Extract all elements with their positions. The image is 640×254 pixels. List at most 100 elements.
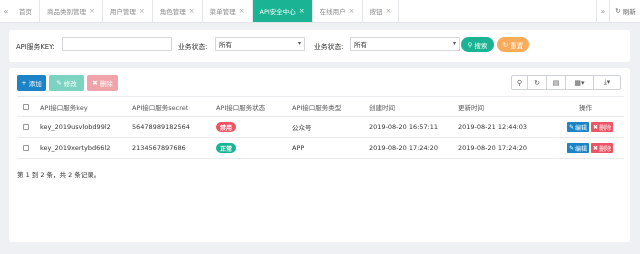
- table-row[interactable]: key_2019xertybd66l2 2134567897686 正常 APP…: [17, 138, 624, 159]
- close-icon[interactable]: ×: [239, 7, 245, 15]
- created-cell: 2019-08-20 16:57:11: [369, 123, 439, 131]
- status-select[interactable]: 所有 ▾: [350, 37, 460, 51]
- row-delete-label: 删除: [599, 124, 612, 132]
- secret-cell: 56478989182564: [132, 123, 190, 131]
- tab-label: 角色管理: [159, 8, 186, 16]
- status-cell: 正常: [216, 138, 237, 158]
- search-icon: ⚲: [516, 78, 523, 87]
- search-button-label: 搜索: [474, 41, 488, 50]
- api-key-label: API服务KEY:: [16, 43, 55, 51]
- double-chevron-left-icon: «: [3, 6, 9, 16]
- secret-cell: 2134567897686: [132, 144, 186, 152]
- tab-menu-management[interactable]: 菜单管理 ×: [202, 0, 253, 22]
- search-toggle-button[interactable]: ⚲: [511, 75, 528, 90]
- edit-button[interactable]: ✎ 修改: [49, 75, 84, 91]
- add-button-label: 添加: [28, 80, 42, 88]
- main-panel: + 添加 ✎ 修改 ✖ 删除 ⚲ ↻ ▤ ▦▾ ⤓▾ API接口服务key AP…: [9, 68, 630, 242]
- plus-icon: +: [21, 79, 27, 87]
- column-header[interactable]: API接口服务secret: [132, 97, 188, 116]
- tab-bar: « 首页 商品类别管理 × 用户管理 × 角色管理 × 菜单管理 × API安全…: [0, 0, 640, 23]
- close-icon[interactable]: ×: [139, 7, 145, 15]
- type-cell: 公众号: [292, 124, 312, 132]
- status-cell: 禁用: [216, 117, 237, 137]
- add-button[interactable]: + 添加: [17, 75, 46, 91]
- refresh-button[interactable]: ↻ 刷新: [609, 0, 640, 22]
- toggle-view-button[interactable]: ▤: [547, 75, 566, 90]
- row-delete-button[interactable]: ✖ 删除: [591, 122, 614, 132]
- scroll-tabs-right-button[interactable]: »: [596, 0, 609, 22]
- refresh-label: 刷新: [622, 8, 636, 16]
- api-key-input[interactable]: [62, 37, 172, 51]
- page-tabs: 首页 商品类别管理 × 用户管理 × 角色管理 × 菜单管理 × API安全中心…: [12, 0, 400, 22]
- search-icon: ⚲: [467, 40, 473, 49]
- tab-label: 商品类别管理: [47, 8, 86, 16]
- actions-cell: ✎ 编辑 ✖ 删除: [567, 117, 614, 137]
- tab-label: 按钮: [369, 8, 383, 16]
- search-button[interactable]: ⚲ 搜索: [461, 37, 494, 52]
- edit-icon: ✎: [569, 123, 575, 131]
- close-icon[interactable]: ×: [89, 7, 95, 15]
- pagination-info: 第 1 到 2 条，共 2 条记录。: [17, 171, 101, 179]
- close-icon: ✖: [593, 144, 599, 152]
- column-header[interactable]: API接口服务类型: [292, 97, 341, 116]
- row-edit-label: 编辑: [575, 145, 588, 153]
- grid-icon: ▦▾: [574, 78, 585, 87]
- status-select-value: 所有: [354, 41, 367, 49]
- column-header[interactable]: 创建时间: [369, 97, 395, 116]
- tab-label: API安全中心: [259, 8, 296, 16]
- close-icon: ✖: [92, 79, 98, 87]
- close-icon[interactable]: ×: [349, 7, 355, 15]
- refresh-icon: ↻: [534, 78, 540, 87]
- type-cell: APP: [292, 144, 305, 152]
- row-checkbox[interactable]: [23, 117, 29, 137]
- tab-home[interactable]: 首页: [12, 0, 40, 22]
- close-icon: ✖: [593, 123, 599, 131]
- actions-cell: ✎ 编辑 ✖ 删除: [567, 138, 614, 158]
- tab-buttons[interactable]: 按钮 ×: [362, 0, 400, 22]
- tab-role-management[interactable]: 角色管理 ×: [152, 0, 203, 22]
- row-checkbox[interactable]: [23, 138, 29, 158]
- list-icon: ▤: [552, 78, 560, 87]
- reset-button-label: 重置: [510, 41, 524, 50]
- status-select[interactable]: 所有 ▾: [215, 37, 305, 51]
- reset-button[interactable]: ↻ 重置: [497, 37, 529, 52]
- close-icon[interactable]: ×: [299, 7, 305, 15]
- close-icon[interactable]: ×: [189, 7, 195, 15]
- key-cell: key_2019xertybd66l2: [40, 144, 111, 152]
- chevron-down-icon: ▾: [297, 40, 301, 47]
- refresh-icon: ↻: [502, 40, 509, 49]
- table-header: API接口服务key API接口服务secret API接口服务状态 API接口…: [17, 96, 624, 117]
- created-cell: 2019-08-20 17:24:20: [369, 144, 439, 152]
- row-delete-button[interactable]: ✖ 删除: [591, 143, 614, 153]
- tab-product-category[interactable]: 商品类别管理 ×: [40, 0, 103, 22]
- row-edit-button[interactable]: ✎ 编辑: [567, 143, 590, 153]
- column-header[interactable]: 更新时间: [458, 97, 484, 116]
- double-chevron-right-icon: »: [600, 6, 606, 16]
- status-badge: 正常: [216, 143, 237, 153]
- edit-icon: ✎: [56, 79, 62, 87]
- columns-button[interactable]: ▦▾: [566, 75, 594, 90]
- download-icon: ⤓▾: [603, 78, 611, 86]
- close-icon[interactable]: ×: [386, 7, 392, 15]
- table-row[interactable]: key_2019usvlobd99l2 56478989182564 禁用 公众…: [17, 117, 624, 138]
- table-tools: ⚲ ↻ ▤ ▦▾ ⤓▾: [511, 75, 621, 90]
- status-label: 业务状态:: [314, 43, 344, 51]
- tab-label: 在线用户: [319, 8, 346, 16]
- tab-api-security-center[interactable]: API安全中心 ×: [252, 0, 313, 22]
- export-button[interactable]: ⤓▾: [594, 75, 621, 90]
- column-header[interactable]: API接口服务状态: [216, 97, 265, 116]
- edit-button-label: 修改: [63, 80, 77, 88]
- row-edit-button[interactable]: ✎ 编辑: [567, 122, 590, 132]
- delete-button[interactable]: ✖ 删除: [87, 75, 118, 91]
- status-badge: 禁用: [216, 122, 237, 132]
- tab-user-management[interactable]: 用户管理 ×: [102, 0, 153, 22]
- select-all-checkbox[interactable]: [23, 97, 29, 116]
- column-header[interactable]: API接口服务key: [40, 97, 88, 116]
- delete-button-label: 删除: [99, 80, 113, 88]
- tab-online-users[interactable]: 在线用户 ×: [312, 0, 363, 22]
- row-delete-label: 删除: [599, 145, 612, 153]
- tab-label: 菜单管理: [209, 8, 236, 16]
- refresh-table-button[interactable]: ↻: [528, 75, 547, 90]
- updated-cell: 2019-08-21 12:44:03: [458, 123, 528, 131]
- chevron-down-icon: ▾: [452, 40, 456, 47]
